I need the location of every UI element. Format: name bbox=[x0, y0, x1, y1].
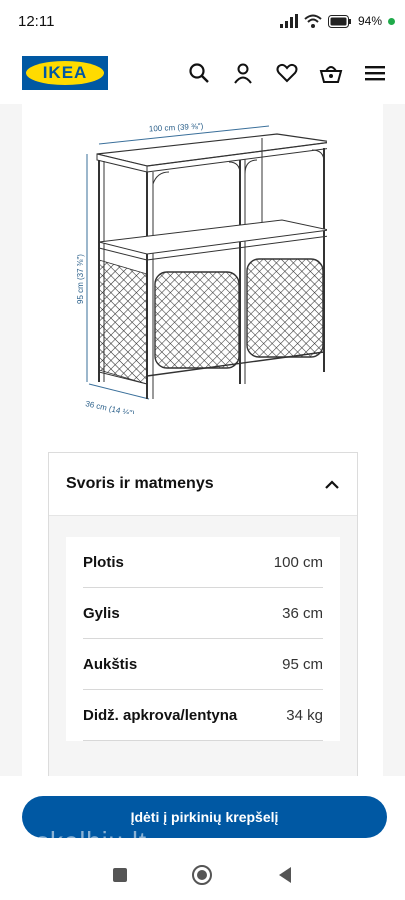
row-value: 100 cm bbox=[273, 553, 323, 571]
weight-dimensions-accordion: Svoris ir matmenys Plotis 100 cm Gylis 3… bbox=[48, 452, 358, 776]
chevron-up-icon[interactable] bbox=[325, 479, 339, 489]
status-icons: 94% bbox=[279, 14, 395, 28]
row-value: 95 cm bbox=[282, 655, 323, 673]
notification-dot bbox=[388, 17, 395, 25]
wifi-icon bbox=[304, 14, 322, 28]
signal-icon bbox=[279, 14, 298, 28]
recents-icon[interactable] bbox=[112, 867, 128, 883]
table-row: Plotis 100 cm bbox=[83, 537, 323, 588]
row-value: 34 kg bbox=[286, 706, 323, 724]
user-icon[interactable] bbox=[231, 61, 255, 85]
row-label: Plotis bbox=[83, 553, 124, 571]
row-label: Gylis bbox=[83, 604, 120, 622]
system-nav-bar bbox=[0, 850, 405, 900]
battery-percent: 94% bbox=[357, 14, 382, 28]
product-details-panel: 100 cm (39 ⅜") 95 cm (37 ⅜") 36 cm (14 ⅛… bbox=[22, 104, 383, 776]
basket-icon[interactable] bbox=[319, 61, 343, 85]
row-label: Didž. apkrova/lentyna bbox=[83, 706, 238, 724]
header-actions bbox=[187, 61, 387, 85]
battery-icon bbox=[327, 14, 351, 28]
row-label: Aukštis bbox=[83, 655, 138, 673]
width-dimension-label: 100 cm (39 ⅜") bbox=[149, 122, 204, 134]
ikea-logo[interactable]: IKEA bbox=[22, 56, 108, 90]
site-header: IKEA bbox=[0, 42, 405, 104]
table-row: Didž. apkrova/lentyna 34 kg bbox=[83, 690, 323, 741]
depth-dimension-label: 36 cm (14 ⅛") bbox=[85, 399, 136, 414]
status-bar: 12:11 94% bbox=[0, 0, 405, 42]
row-value: 36 cm bbox=[282, 604, 323, 622]
heart-icon[interactable] bbox=[275, 61, 299, 85]
logo-text: IKEA bbox=[26, 61, 104, 85]
table-row: Aukštis 95 cm bbox=[83, 639, 323, 690]
accordion-header[interactable]: Svoris ir matmenys bbox=[49, 453, 357, 516]
status-time: 12:11 bbox=[18, 12, 55, 30]
accordion-body: Plotis 100 cm Gylis 36 cm Aukštis 95 cm … bbox=[49, 516, 357, 776]
dimension-drawing: 100 cm (39 ⅜") 95 cm (37 ⅜") 36 cm (14 ⅛… bbox=[77, 122, 327, 414]
home-icon[interactable] bbox=[191, 864, 213, 886]
height-dimension-label: 95 cm (37 ⅜") bbox=[77, 254, 85, 304]
accordion-title: Svoris ir matmenys bbox=[66, 475, 214, 492]
back-icon[interactable] bbox=[277, 866, 293, 884]
dimensions-table: Plotis 100 cm Gylis 36 cm Aukštis 95 cm … bbox=[66, 537, 340, 741]
search-icon[interactable] bbox=[187, 61, 211, 85]
menu-icon[interactable] bbox=[363, 61, 387, 85]
table-row: Gylis 36 cm bbox=[83, 588, 323, 639]
